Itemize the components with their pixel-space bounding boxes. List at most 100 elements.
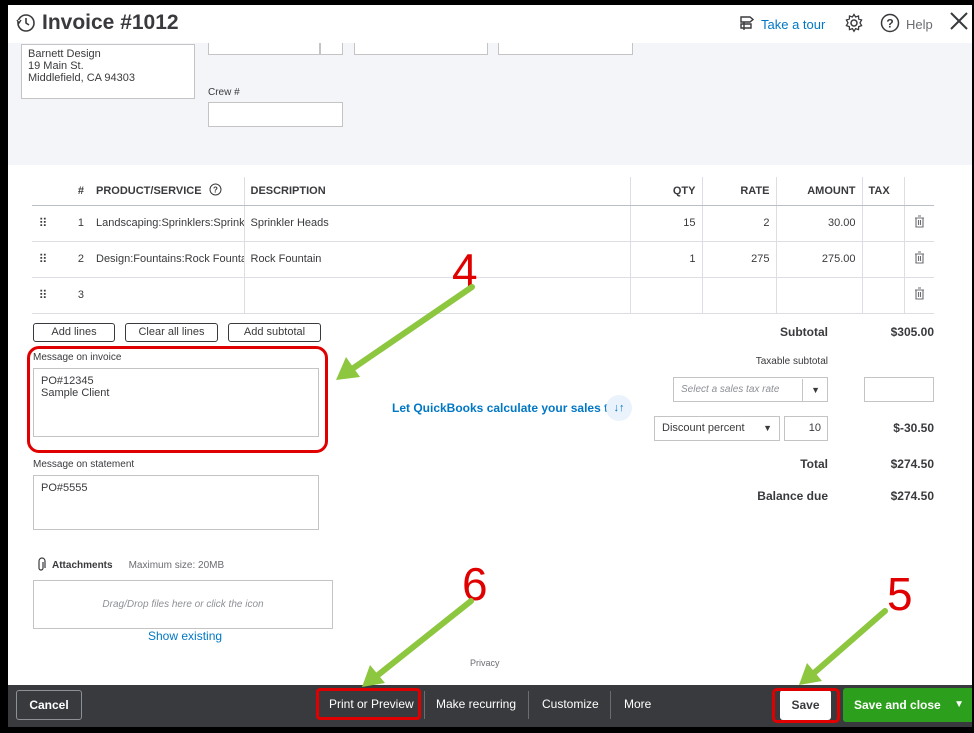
row-rate[interactable] (702, 277, 777, 314)
svg-text:?: ? (886, 17, 893, 31)
sales-tax-rate-select[interactable]: Select a sales tax rate ▼ (673, 377, 828, 402)
row-product[interactable]: Landscaping:Sprinklers:Sprink (90, 205, 245, 242)
chevron-down-icon: ▼ (802, 379, 820, 402)
row-product[interactable] (90, 277, 245, 314)
row-tax[interactable] (862, 241, 905, 278)
col-delete (904, 177, 934, 206)
drag-handle-icon[interactable]: ⠿ (32, 205, 54, 242)
step-number-4: 4 (452, 244, 478, 296)
step-number-6: 6 (462, 558, 488, 610)
recent-history-icon[interactable] (16, 13, 36, 38)
discount-type-select[interactable]: Discount percent ▼ (654, 416, 780, 441)
chevron-down-icon[interactable]: ▼ (954, 688, 964, 722)
help-button[interactable]: ? Help (880, 13, 933, 36)
col-description: DESCRIPTION (244, 177, 631, 206)
row-description[interactable]: Rock Fountain (244, 241, 631, 278)
row-amount[interactable] (776, 277, 863, 314)
drag-handle-icon[interactable]: ⠿ (32, 241, 54, 278)
privacy-link[interactable]: Privacy (470, 658, 500, 668)
table-row[interactable]: ⠿ 1 Landscaping:Sprinklers:Sprink Sprink… (32, 205, 934, 242)
row-amount[interactable]: 30.00 (776, 205, 863, 242)
crew-input[interactable] (208, 102, 343, 127)
info-circle-icon[interactable]: ? (209, 183, 222, 199)
discount-amount: $-30.50 (893, 421, 934, 435)
trash-icon[interactable] (904, 277, 934, 314)
highlight-print-or-preview (316, 688, 421, 720)
partial-field-button[interactable] (320, 43, 343, 55)
col-product-label: PRODUCT/SERVICE (96, 184, 202, 197)
row-rate[interactable]: 2 (702, 205, 777, 242)
gear-icon[interactable] (844, 13, 864, 38)
sales-tax-rate-placeholder: Select a sales tax rate (681, 384, 780, 395)
billing-address-field[interactable]: Barnett Design 19 Main St. Middlefield, … (21, 44, 195, 99)
footer-divider (424, 691, 425, 719)
tour-signpost-icon (738, 14, 756, 35)
page-title: Invoice #1012 (42, 11, 179, 34)
sales-tax-amount-field[interactable] (864, 377, 934, 402)
step-number-5: 5 (887, 568, 913, 620)
svg-text:?: ? (213, 185, 218, 194)
table-row[interactable]: ⠿ 2 Design:Fountains:Rock Founta Rock Fo… (32, 241, 934, 278)
message-on-statement-label: Message on statement (33, 459, 135, 470)
arrow-to-print (375, 598, 474, 678)
message-on-statement-input[interactable]: PO#5555 (33, 475, 319, 530)
row-tax[interactable] (862, 205, 905, 242)
col-rate: RATE (702, 177, 777, 206)
discount-type-value: Discount percent (662, 422, 745, 434)
partial-field[interactable] (354, 43, 488, 55)
row-qty[interactable]: 1 (630, 241, 703, 278)
row-number: 3 (54, 277, 90, 314)
partial-field[interactable] (498, 43, 633, 55)
row-rate[interactable]: 275 (702, 241, 777, 278)
make-recurring-button[interactable]: Make recurring (436, 697, 516, 711)
row-qty[interactable] (630, 277, 703, 314)
clear-all-lines-button[interactable]: Clear all lines (125, 323, 218, 342)
save-and-close-button[interactable]: Save and close ▼ (843, 688, 972, 722)
add-subtotal-button[interactable]: Add subtotal (228, 323, 321, 342)
line-items-table: # PRODUCT/SERVICE ? DESCRIPTION QTY RATE… (32, 177, 934, 314)
subtotal-label: Subtotal (780, 325, 828, 339)
drag-handle-icon[interactable]: ⠿ (32, 277, 54, 314)
arrow-head (799, 663, 822, 685)
invoice-window: Invoice #1012 Take a tour ? Help Barnett… (8, 5, 972, 727)
arrow-to-save (811, 608, 888, 676)
col-amount: AMOUNT (776, 177, 863, 206)
tax-sort-icon[interactable]: ↓↑ (606, 395, 632, 421)
cancel-button[interactable]: Cancel (16, 690, 82, 720)
row-number: 1 (54, 205, 90, 242)
add-lines-button[interactable]: Add lines (33, 323, 115, 342)
footer-divider (528, 691, 529, 719)
table-row[interactable]: ⠿ 3 (32, 277, 934, 314)
attachments-row: Attachments Maximum size: 20MB (36, 557, 224, 574)
show-existing-link[interactable]: Show existing (148, 629, 222, 643)
trash-icon[interactable] (904, 241, 934, 278)
chevron-down-icon: ▼ (763, 423, 772, 433)
row-tax[interactable] (862, 277, 905, 314)
row-number: 2 (54, 241, 90, 278)
row-qty[interactable]: 15 (630, 205, 703, 242)
customize-button[interactable]: Customize (542, 697, 599, 711)
attachments-dropzone[interactable]: Drag/Drop files here or click the icon (33, 580, 333, 629)
col-number: # (54, 177, 90, 206)
paperclip-icon[interactable] (36, 557, 48, 574)
balance-due-value: $274.50 (890, 489, 934, 503)
billing-line-2: 19 Main St. (28, 60, 84, 72)
more-button[interactable]: More (624, 697, 651, 711)
partial-field[interactable] (208, 43, 320, 55)
help-circle-icon: ? (880, 13, 900, 36)
highlight-save (772, 688, 840, 723)
take-a-tour-link[interactable]: Take a tour (738, 14, 825, 35)
row-amount[interactable]: 275.00 (776, 241, 863, 278)
row-product[interactable]: Design:Fountains:Rock Founta (90, 241, 245, 278)
close-icon[interactable] (948, 10, 970, 37)
let-quickbooks-calculate-link[interactable]: Let QuickBooks calculate your sales tax (392, 401, 621, 415)
attachments-label: Attachments (52, 560, 113, 571)
save-and-close-label: Save and close (854, 698, 941, 712)
trash-icon[interactable] (904, 205, 934, 242)
row-description[interactable]: Sprinkler Heads (244, 205, 631, 242)
discount-value-input[interactable]: 10 (784, 416, 828, 441)
row-description[interactable] (244, 277, 631, 314)
col-drag (32, 177, 54, 206)
col-product-service: PRODUCT/SERVICE ? (90, 177, 245, 206)
footer-divider (610, 691, 611, 719)
